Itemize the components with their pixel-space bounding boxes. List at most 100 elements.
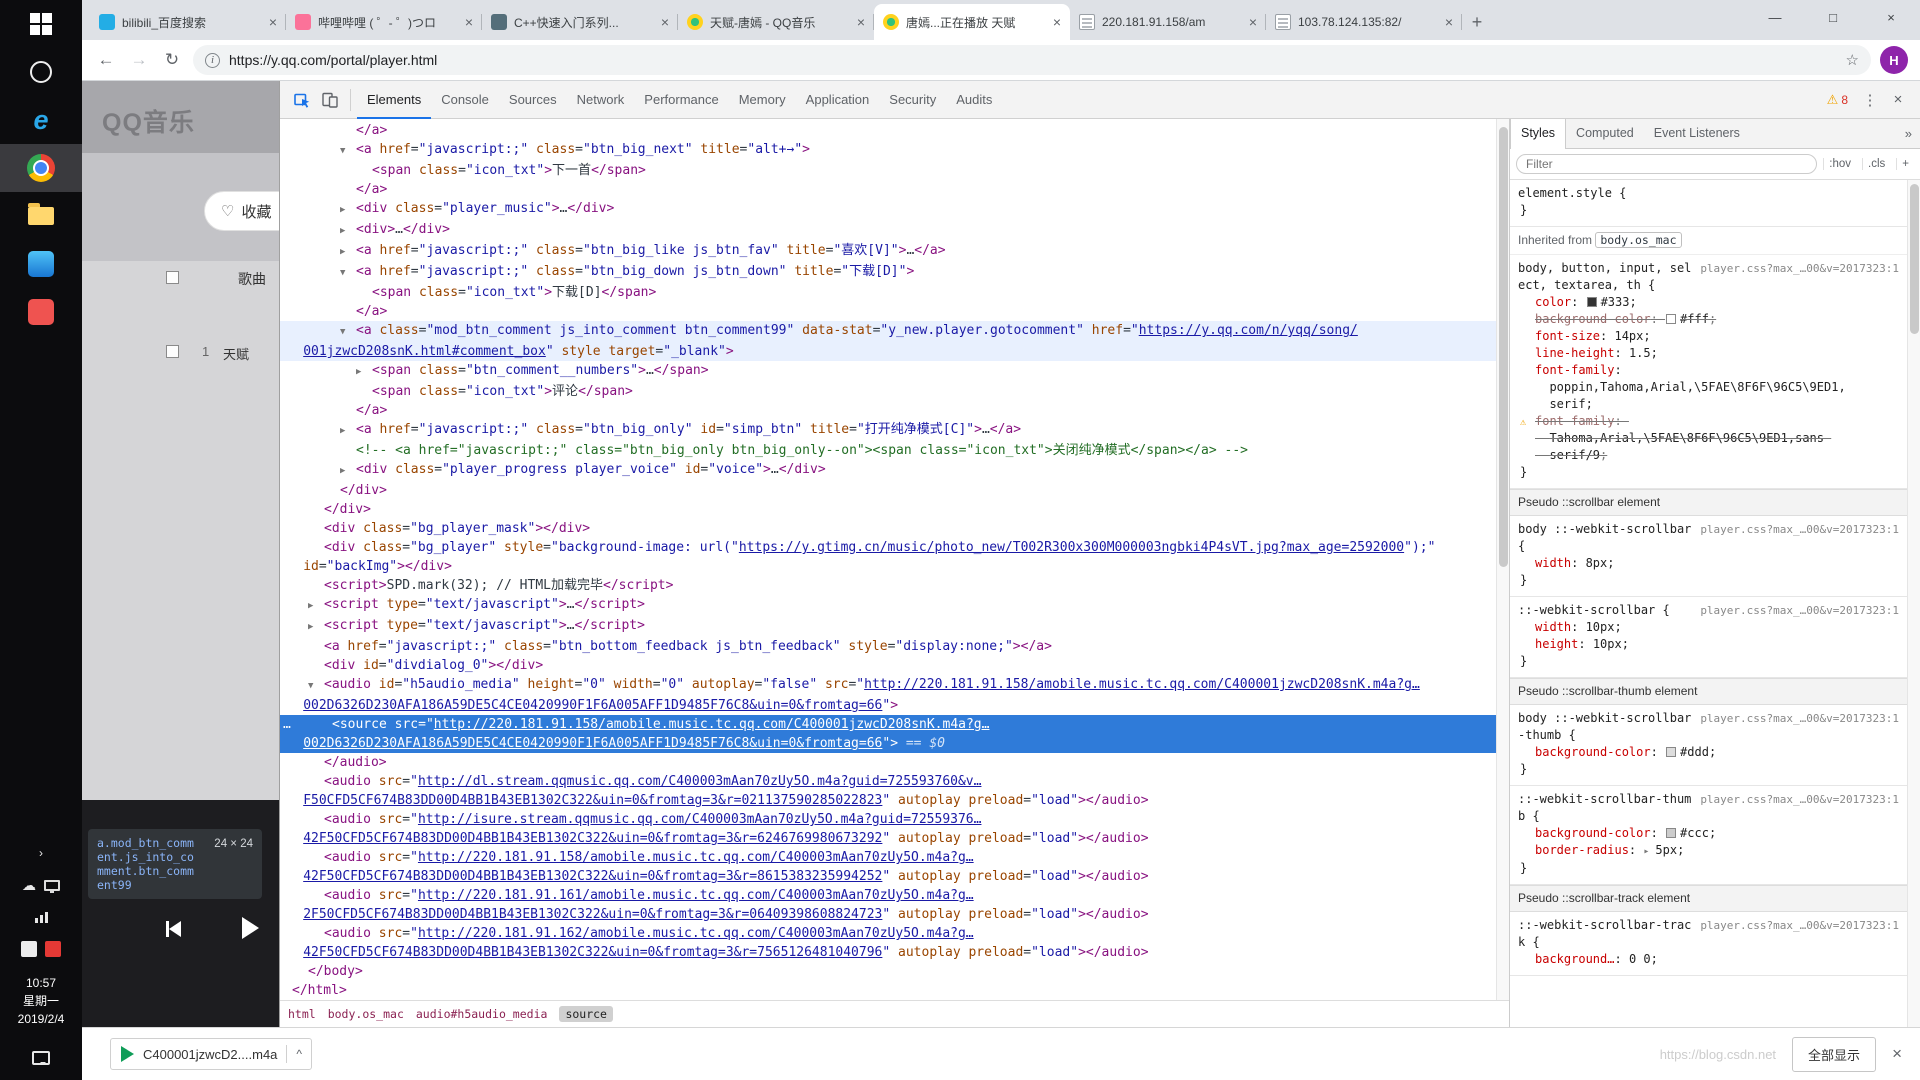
code-line[interactable]: 42F50CFD5CF674B83DD00D4BB1B43EB1302C322&… [280, 943, 1509, 962]
inspect-element-icon[interactable] [288, 81, 316, 119]
tab-close-icon[interactable]: × [1053, 15, 1061, 29]
start-button[interactable] [0, 0, 82, 48]
tab-close-icon[interactable]: × [1445, 15, 1453, 29]
css-rule[interactable]: player.css?max_…00&v=2017323:1::-webkit-… [1510, 912, 1907, 976]
css-property[interactable]: width: 8px; [1518, 555, 1899, 572]
breadcrumb-item[interactable]: html [288, 1007, 316, 1021]
css-rule[interactable]: player.css?max_…00&v=2017323:1body ::-we… [1510, 516, 1907, 597]
action-center-button[interactable] [0, 1036, 82, 1080]
code-line[interactable]: </a> [280, 121, 1509, 140]
code-line[interactable]: ▶<a href="javascript:;" class="btn_big_l… [280, 241, 1509, 262]
css-property[interactable]: line-height: 1.5; [1518, 345, 1899, 362]
scrollbar-thumb[interactable] [1499, 127, 1508, 567]
tray-expand-button[interactable]: › [0, 838, 82, 868]
code-line[interactable]: <audio src="http://dl.stream.qqmusic.qq.… [280, 772, 1509, 791]
code-line[interactable]: ▶<div class="player_progress player_voic… [280, 460, 1509, 481]
back-icon[interactable]: ← [94, 50, 118, 70]
taskbar-item-app-blue[interactable] [0, 240, 82, 288]
code-line[interactable]: <audio src="http://220.181.91.162/amobil… [280, 924, 1509, 943]
previous-track-icon[interactable] [166, 921, 181, 937]
code-line[interactable]: id="backImg"></div> [280, 557, 1509, 576]
tab-computed[interactable]: Computed [1566, 119, 1644, 149]
code-line[interactable]: <!-- <a href="javascript:;" class="btn_b… [280, 441, 1509, 460]
devtools-tab-security[interactable]: Security [879, 81, 946, 119]
code-line[interactable]: ▶<a href="javascript:;" class="btn_big_o… [280, 420, 1509, 441]
window-close-button[interactable]: × [1862, 0, 1920, 34]
devtools-tab-network[interactable]: Network [567, 81, 635, 119]
breadcrumb-item[interactable]: audio#h5audio_media [416, 1007, 548, 1021]
tab-close-icon[interactable]: × [661, 15, 669, 29]
elements-scrollbar[interactable] [1496, 119, 1509, 1000]
collect-button[interactable]: ♡ 收藏 [204, 191, 279, 231]
browser-tab-ip-220[interactable]: 220.181.91.158/am × [1070, 4, 1266, 40]
css-rule[interactable]: player.css?max_…00&v=2017323:1::-webkit-… [1510, 786, 1907, 885]
taskbar-item-chrome[interactable] [0, 144, 82, 192]
code-line[interactable]: </html> [280, 981, 1509, 1000]
browser-tab-bilibili[interactable]: 哔哩哔哩 ( ゜- ゜)つロ × [286, 4, 482, 40]
devtools-tab-console[interactable]: Console [431, 81, 499, 119]
code-line[interactable]: 42F50CFD5CF674B83DD00D4BB1B43EB1302C322&… [280, 867, 1509, 886]
css-property[interactable]: font-family: poppin,Tahoma,Arial,\5FAE\8… [1518, 362, 1899, 413]
devtools-tab-performance[interactable]: Performance [634, 81, 728, 119]
css-rule[interactable]: player.css?max_…00&v=2017323:1body, butt… [1510, 255, 1907, 489]
row-checkbox[interactable] [166, 345, 179, 358]
code-line[interactable]: <audio src="http://220.181.91.161/amobil… [280, 886, 1509, 905]
select-all-checkbox[interactable] [166, 271, 179, 284]
code-line[interactable]: <a href="javascript:;" class="btn_bottom… [280, 637, 1509, 656]
code-line[interactable]: </a> [280, 302, 1509, 321]
color-swatch[interactable] [1666, 828, 1676, 838]
code-line[interactable]: 42F50CFD5CF674B83DD00D4BB1B43EB1302C322&… [280, 829, 1509, 848]
download-bar-close-icon[interactable]: × [1892, 1044, 1902, 1064]
css-property[interactable]: font-size: 14px; [1518, 328, 1899, 345]
css-property[interactable]: ⚠font-family: Tahoma,Arial,\5FAE\8F6F\96… [1518, 413, 1899, 464]
code-line[interactable]: ▼<a href="javascript:;" class="btn_big_d… [280, 262, 1509, 283]
cloud-icon[interactable]: ☁ [22, 877, 36, 894]
hover-state-toggle[interactable]: :hov [1823, 158, 1856, 170]
red-tray-icon[interactable] [45, 941, 61, 957]
code-line[interactable]: </audio> [280, 753, 1509, 772]
tab-event-listeners[interactable]: Event Listeners [1644, 119, 1750, 149]
devtools-menu-icon[interactable]: ⋮ [1856, 81, 1884, 119]
code-line[interactable]: <div class="bg_player" style="background… [280, 538, 1509, 557]
maximize-button[interactable]: □ [1804, 0, 1862, 34]
devtools-tab-sources[interactable]: Sources [499, 81, 567, 119]
stylesheet-link[interactable]: player.css?max_…00&v=2017323:1 [1700, 602, 1899, 619]
code-line[interactable]: ▶<div class="player_music">…</div> [280, 199, 1509, 220]
color-swatch[interactable] [1666, 314, 1676, 324]
code-line[interactable]: ▶<script type="text/javascript">…</scrip… [280, 595, 1509, 616]
play-icon[interactable] [242, 917, 259, 939]
song-row-title[interactable]: 天赋 [223, 344, 249, 363]
code-line[interactable]: </div> [280, 500, 1509, 519]
code-line[interactable]: <span class="icon_txt">评论</span> [280, 382, 1509, 401]
code-line[interactable]: 002D6326D230AFA186A59DE5C4CE0420990F1F6A… [280, 734, 1509, 753]
new-tab-button[interactable]: + [1462, 7, 1492, 37]
code-line[interactable]: </a> [280, 401, 1509, 420]
code-line[interactable]: <audio src="http://isure.stream.qqmusic.… [280, 810, 1509, 829]
taskbar-item-explorer[interactable] [0, 192, 82, 240]
code-line[interactable]: 002D6326D230AFA186A59DE5C4CE0420990F1F6A… [280, 696, 1509, 715]
profile-avatar[interactable]: H [1880, 46, 1908, 74]
code-line[interactable]: <div id="divdialog_0"></div> [280, 656, 1509, 675]
code-line[interactable]: …<source src="http://220.181.91.158/amob… [280, 715, 1509, 734]
code-line[interactable]: </div> [280, 481, 1509, 500]
browser-tab-ip-103[interactable]: 103.78.124.135:82/ × [1266, 4, 1462, 40]
devtools-tab-memory[interactable]: Memory [729, 81, 796, 119]
code-line[interactable]: <div class="bg_player_mask"></div> [280, 519, 1509, 538]
taskbar-clock[interactable]: 10:57 星期一 2019/2/4 [18, 966, 65, 1036]
css-property[interactable]: color: #333; [1518, 294, 1899, 311]
show-all-downloads-button[interactable]: 全部显示 [1792, 1037, 1876, 1072]
browser-tab-qqmusic-player-active[interactable]: 唐嫣...正在播放 天赋 × [874, 4, 1070, 40]
device-toolbar-icon[interactable] [316, 81, 344, 119]
display-icon[interactable] [44, 880, 60, 891]
class-toggle[interactable]: .cls [1862, 158, 1890, 170]
css-rule[interactable]: player.css?max_…00&v=2017323:1::-webkit-… [1510, 597, 1907, 678]
qqmusic-logo[interactable]: QQ音乐 [102, 103, 195, 139]
code-line[interactable]: 2F50CFD5CF674B83DD00D4BB1B43EB1302C322&u… [280, 905, 1509, 924]
css-property[interactable]: background-color: #ccc; [1518, 825, 1899, 842]
stylesheet-link[interactable]: player.css?max_…00&v=2017323:1 [1700, 710, 1899, 727]
tab-close-icon[interactable]: × [1249, 15, 1257, 29]
css-rule[interactable]: player.css?max_…00&v=2017323:1body ::-we… [1510, 705, 1907, 786]
code-line[interactable]: ▶<div>…</div> [280, 220, 1509, 241]
address-url[interactable]: https://y.qq.com/portal/player.html [229, 52, 1837, 68]
stylesheet-link[interactable]: player.css?max_…00&v=2017323:1 [1700, 917, 1899, 934]
